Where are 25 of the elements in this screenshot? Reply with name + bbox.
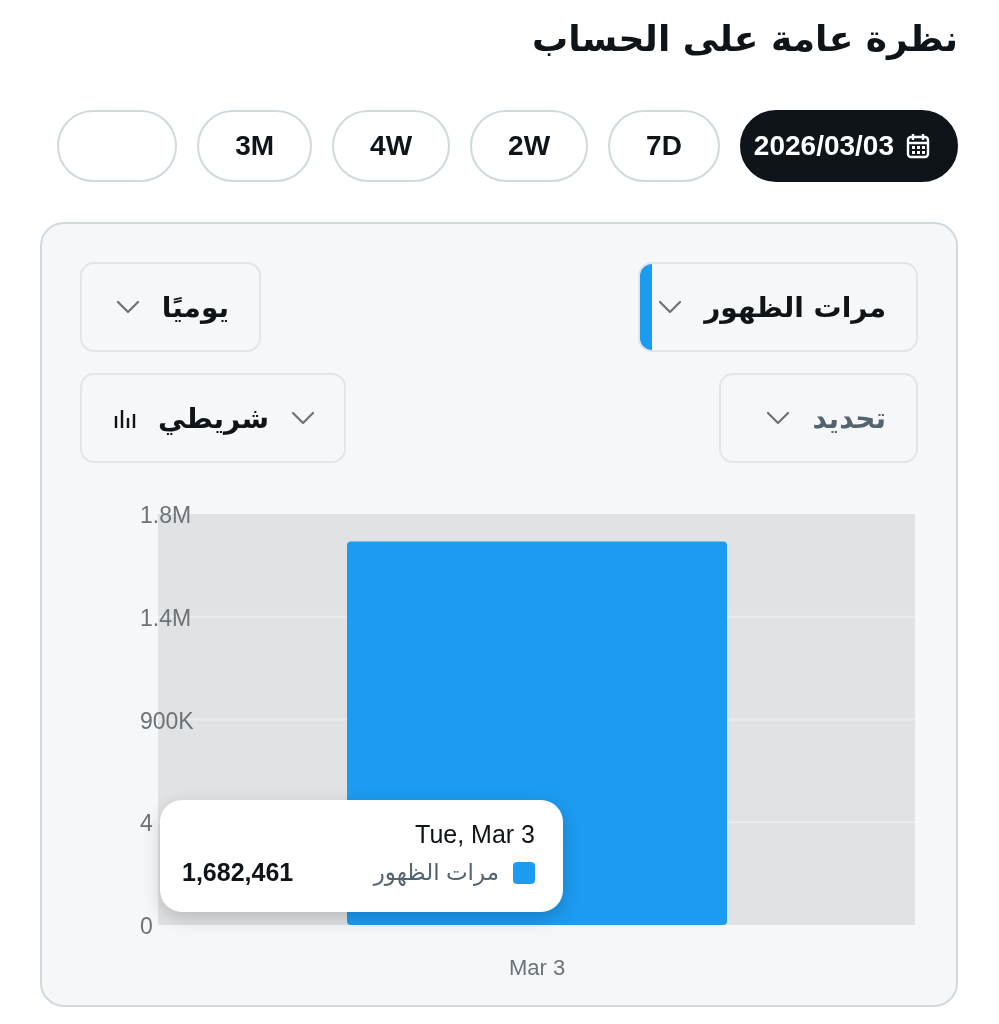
chart-type-select[interactable]: شريطي — [80, 373, 346, 463]
chevron-icon — [766, 411, 791, 425]
tooltip-date: Tue, Mar 3 — [414, 819, 535, 850]
y-axis-label: 4 — [140, 810, 153, 837]
metric-select[interactable]: مرات الظهور — [638, 262, 918, 352]
chevron-icon — [115, 300, 140, 314]
range-button[interactable]: 4W — [332, 110, 451, 182]
series-value: 1,682,461 — [182, 858, 294, 887]
y-axis-label: 900K — [140, 707, 194, 734]
range-button[interactable]: 3M — [197, 110, 313, 182]
calendar-icon — [906, 133, 930, 159]
y-axis-label: 1.8M — [140, 502, 192, 528]
range-button[interactable]: 2W — [470, 110, 589, 182]
series-name: مرات الظهور — [373, 859, 499, 886]
page-title: نظرة عامة على الحساب — [531, 17, 959, 62]
chevron-icon — [658, 300, 683, 314]
bar-chart-icon — [114, 408, 136, 428]
x-axis-label: Mar 3 — [508, 955, 566, 980]
y-axis-label: 1.4M — [140, 604, 192, 631]
y-axis-label: 0 — [140, 913, 153, 939]
compare-select[interactable]: تحديد — [719, 373, 918, 463]
chevron-icon — [291, 411, 316, 425]
interval-select[interactable]: يوميًا — [80, 262, 261, 352]
range-button[interactable]: 7D — [608, 110, 720, 182]
date-picker-button[interactable]: 2026/03/03 — [739, 110, 958, 182]
